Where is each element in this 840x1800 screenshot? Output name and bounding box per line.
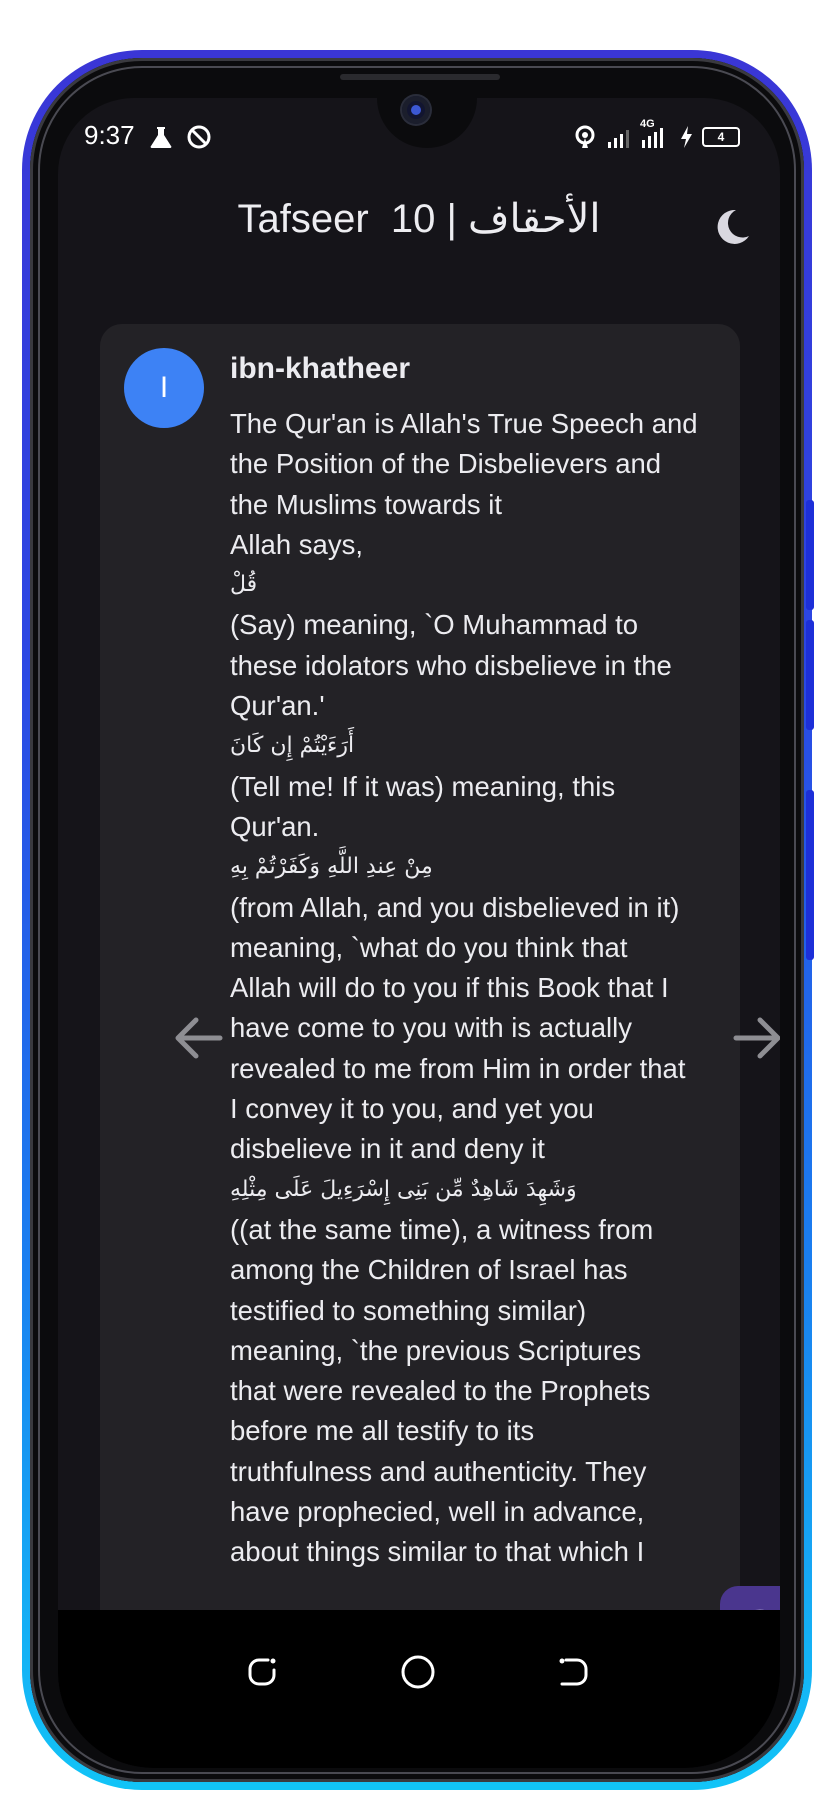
blocked-icon xyxy=(187,125,211,149)
tafseer-line: Qur'an.' xyxy=(230,690,325,722)
tafseer-line: testified to something similar) xyxy=(230,1294,587,1326)
arrow-right-icon[interactable] xyxy=(730,1010,780,1066)
tafseer-line: Allah will do to you if this Book that I xyxy=(230,972,669,1004)
back-icon[interactable] xyxy=(556,1654,592,1690)
tafseer-line: before me all testify to its xyxy=(230,1415,535,1447)
arabic-verse-line: مِنْ عِندِ اللَّهِ وَكَفَرْتُمْ بِهِ xyxy=(230,854,433,880)
tafseer-line: about things similar to that which I xyxy=(230,1536,645,1568)
signal-icon xyxy=(608,130,629,148)
tafseer-line: that were revealed to the Prophets xyxy=(230,1375,651,1407)
tafseer-line: ((at the same time), a witness from xyxy=(230,1213,654,1245)
avatar: I xyxy=(124,348,204,428)
tafseer-line: I convey it to you, and yet you xyxy=(230,1093,594,1125)
signal-4g: 4G xyxy=(640,118,670,150)
tafseer-line: the Muslims towards it xyxy=(230,488,503,520)
arabic-verse-line: وَشَهِدَ شَاهِدٌ مِّن بَنِى إِسْرَءِيلَ … xyxy=(230,1176,577,1202)
speaker-grille xyxy=(340,74,500,80)
arabic-verse-line: أَرَءَيْتُمْ إِن كَانَ xyxy=(230,733,355,759)
home-icon[interactable] xyxy=(400,1654,436,1690)
arrow-left-icon[interactable] xyxy=(170,1010,226,1066)
tafseer-line: The Qur'an is Allah's True Speech and xyxy=(230,408,698,439)
status-time: 9:37 xyxy=(84,120,135,150)
tafseer-line: disbelieve in it and deny it xyxy=(230,1133,545,1165)
recents-icon[interactable] xyxy=(244,1654,280,1690)
tafseer-line: have come to you with is actually xyxy=(230,1012,632,1044)
tafseer-text: The Qur'an is Allah's True Speech and the… xyxy=(230,404,730,1573)
hotspot-icon xyxy=(575,125,595,148)
tafseer-line: (Tell me! If it was) meaning, this xyxy=(230,770,616,802)
tafseer-line: meaning, `what do you think that xyxy=(230,931,628,963)
screen: 9:37 4G 4 Tafseer 10 | الأحقاف I ibn-kha… xyxy=(58,98,780,1768)
tafseer-line: meaning, `the previous Scriptures xyxy=(230,1334,642,1366)
tafseer-line: the Position of the Disbelievers and xyxy=(230,448,662,480)
volume-button xyxy=(806,500,814,610)
tafseer-line: (from Allah, and you disbelieved in it) xyxy=(230,891,680,923)
tafseer-line: truthfulness and authenticity. They xyxy=(230,1455,647,1487)
arabic-verse-line: قُلْ xyxy=(230,572,258,598)
volume-button xyxy=(806,620,814,730)
status-right: 4G 4 xyxy=(572,118,740,150)
tafseer-line: have prophecied, well in advance, xyxy=(230,1496,645,1528)
charging-icon xyxy=(681,126,692,148)
front-camera xyxy=(402,96,430,124)
tafseer-line: these idolators who disbelieve in the xyxy=(230,649,672,681)
tafseer-line: revealed to me from Him in order that xyxy=(230,1052,686,1084)
author-name: ibn-khatheer xyxy=(230,352,411,385)
moon-icon[interactable] xyxy=(710,206,752,248)
page-title: Tafseer 10 | الأحقاف xyxy=(237,197,601,241)
system-nav-bar xyxy=(58,1610,780,1768)
tafseer-card: I ibn-khatheer The Qur'an is Allah's Tru… xyxy=(100,324,740,1664)
flask-icon xyxy=(150,127,172,148)
tafseer-line: (Say) meaning, `O Muhammad to xyxy=(230,609,639,641)
power-button xyxy=(806,790,814,960)
battery-icon: 4 xyxy=(702,127,740,147)
tafseer-line: among the Children of Israel has xyxy=(230,1254,628,1286)
tafseer-line: Qur'an. xyxy=(230,810,320,842)
network-type: 4G xyxy=(640,118,655,130)
tafseer-line: Allah says, xyxy=(230,528,363,560)
